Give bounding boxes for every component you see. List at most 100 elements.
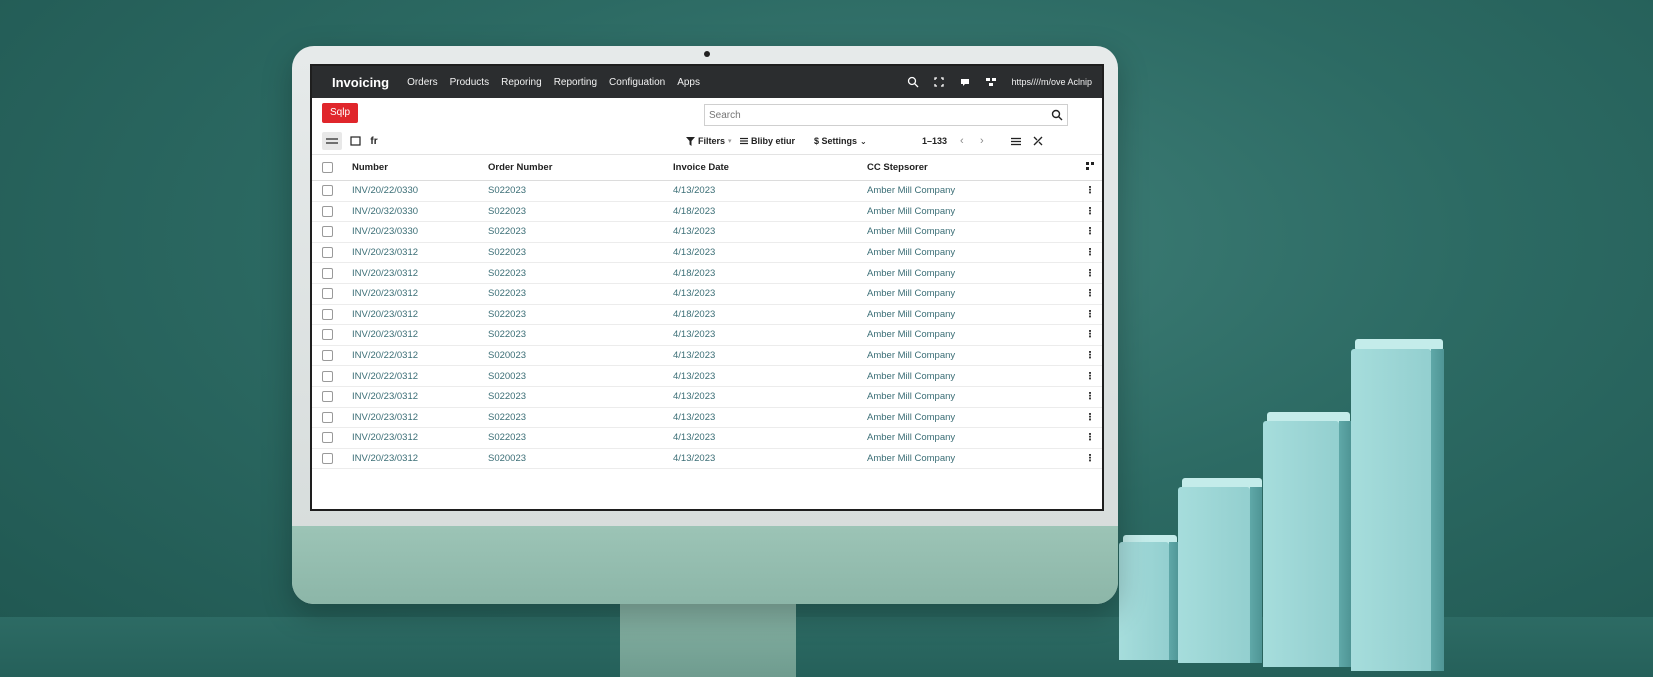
cell-number: INV/20/23/0312 — [352, 242, 488, 264]
row-menu-icon[interactable]: ⋮ — [1078, 386, 1102, 408]
view-fr-button[interactable]: fr — [364, 132, 384, 150]
nav-reporting[interactable]: Reporting — [554, 77, 597, 88]
app-brand[interactable]: Invoicing — [332, 75, 389, 90]
row-checkbox[interactable] — [322, 185, 333, 197]
table-row[interactable]: INV/20/22/0330 S022023 4/13/2023 Amber Mill… — [312, 180, 1102, 202]
column-customer[interactable]: CC Stepsorer — [867, 154, 1078, 181]
search-input[interactable] — [705, 109, 1051, 121]
column-number[interactable]: Number — [352, 154, 488, 181]
cell-number: INV/20/22/0330 — [352, 180, 488, 202]
nav-configuation[interactable]: Configuation — [609, 77, 665, 88]
row-menu-icon[interactable]: ⋮ — [1078, 427, 1102, 449]
nav-products[interactable]: Products — [450, 77, 489, 88]
row-menu-icon[interactable]: ⋮ — [1078, 407, 1102, 429]
nav-reporing[interactable]: Reporing — [501, 77, 542, 88]
row-menu-icon[interactable]: ⋮ — [1078, 242, 1102, 264]
row-menu-icon[interactable]: ⋮ — [1078, 304, 1102, 326]
filters-dropdown[interactable]: Filters ▾ — [686, 136, 732, 146]
row-select-cell — [312, 324, 352, 346]
column-settings-button[interactable] — [1078, 154, 1102, 181]
row-menu-icon[interactable]: ⋮ — [1078, 262, 1102, 284]
cell-number: INV/20/32/0330 — [352, 201, 488, 223]
table-row[interactable]: INV/20/23/0312 S022023 4/13/2023 Amber Mill… — [312, 242, 1102, 264]
row-checkbox[interactable] — [322, 205, 333, 217]
row-checkbox[interactable] — [322, 391, 333, 403]
top-navbar: Invoicing Orders Products Reporing Repor… — [312, 66, 1102, 98]
row-checkbox[interactable] — [322, 329, 333, 341]
cell-customer: Amber Mill Company — [867, 365, 1078, 387]
new-button[interactable]: Sqlp — [322, 103, 359, 123]
table-row[interactable]: INV/20/23/0312 S022023 4/13/2023 Amber Mill… — [312, 283, 1102, 305]
pager-value[interactable]: 1–133 — [922, 136, 947, 146]
camera — [704, 51, 710, 57]
table-row[interactable]: INV/20/23/0312 S020023 4/13/2023 Amber Mill… — [312, 448, 1102, 470]
row-checkbox[interactable] — [322, 411, 333, 423]
row-checkbox[interactable] — [322, 226, 333, 238]
table-row[interactable]: INV/20/23/0330 S022023 4/13/2023 Amber Mill… — [312, 221, 1102, 243]
cell-number: INV/20/23/0312 — [352, 386, 488, 408]
decor-bar-4 — [1351, 339, 1444, 671]
column-order-number[interactable]: Order Number — [488, 154, 673, 181]
list-layout-button[interactable] — [1006, 132, 1026, 150]
monitor: Invoicing Orders Products Reporing Repor… — [292, 46, 1118, 604]
nav-orders[interactable]: Orders — [407, 77, 438, 88]
row-menu-icon[interactable]: ⋮ — [1078, 221, 1102, 243]
row-select-cell — [312, 201, 352, 223]
row-checkbox[interactable] — [322, 247, 333, 259]
row-checkbox[interactable] — [322, 350, 333, 362]
row-checkbox[interactable] — [322, 370, 333, 382]
app-screen: Invoicing Orders Products Reporing Repor… — [310, 64, 1104, 511]
table-row[interactable]: INV/20/23/0312 S022023 4/13/2023 Amber Mill… — [312, 407, 1102, 429]
select-all-cell — [312, 154, 352, 181]
row-checkbox[interactable] — [322, 432, 333, 444]
column-invoice-date[interactable]: Invoice Date — [673, 154, 867, 181]
table-row[interactable]: INV/20/23/0312 S022023 4/18/2023 Amber Mill… — [312, 304, 1102, 326]
row-menu-icon[interactable]: ⋮ — [1078, 448, 1102, 470]
table-row[interactable]: INV/20/23/0312 S022023 4/13/2023 Amber Mill… — [312, 386, 1102, 408]
group-by-dropdown[interactable]: Bliby etiur — [740, 136, 795, 146]
row-menu-icon[interactable]: ⋮ — [1078, 283, 1102, 305]
cell-order-number: S020023 — [488, 448, 673, 470]
row-menu-icon[interactable]: ⋮ — [1078, 201, 1102, 223]
monitor-chin — [292, 526, 1118, 604]
settings-dropdown[interactable]: $ Settings ⌄ — [814, 136, 867, 146]
kanban-view-button[interactable] — [345, 132, 365, 150]
user-menu[interactable]: https////m/ove Aclnip — [1011, 77, 1092, 87]
row-checkbox[interactable] — [322, 288, 333, 300]
expand-icon[interactable] — [933, 76, 945, 88]
pager-prev-button[interactable]: ‹ — [960, 135, 964, 147]
table-row[interactable]: INV/20/23/0312 S022023 4/13/2023 Amber Mill… — [312, 427, 1102, 449]
row-checkbox[interactable] — [322, 308, 333, 320]
table-row[interactable]: INV/20/22/0312 S020023 4/13/2023 Amber Mill… — [312, 345, 1102, 367]
row-select-cell — [312, 242, 352, 264]
cell-number: INV/20/23/0330 — [352, 221, 488, 243]
row-menu-icon[interactable]: ⋮ — [1078, 365, 1102, 387]
nav-apps[interactable]: Apps — [677, 77, 700, 88]
row-checkbox[interactable] — [322, 453, 333, 464]
list-icon — [1011, 137, 1021, 145]
activity-icon[interactable] — [985, 76, 997, 88]
column-settings-icon — [1086, 162, 1094, 170]
select-all-checkbox[interactable] — [322, 161, 333, 173]
search-icon[interactable] — [1051, 109, 1063, 121]
invoice-table: Number Order Number Invoice Date CC Step… — [312, 154, 1102, 470]
table-row[interactable]: INV/20/32/0330 S022023 4/18/2023 Amber Mill… — [312, 201, 1102, 223]
search-icon[interactable] — [907, 76, 919, 88]
row-menu-icon[interactable]: ⋮ — [1078, 345, 1102, 367]
cell-customer: Amber Mill Company — [867, 221, 1078, 243]
table-row[interactable]: INV/20/22/0312 S020023 4/13/2023 Amber Mill… — [312, 365, 1102, 387]
row-menu-icon[interactable]: ⋮ — [1078, 324, 1102, 346]
filters-label: Filters — [698, 136, 726, 146]
cell-number: INV/20/22/0312 — [352, 365, 488, 387]
row-checkbox[interactable] — [322, 267, 333, 279]
row-select-cell — [312, 262, 352, 284]
optional-columns-button[interactable] — [1028, 132, 1048, 150]
table-row[interactable]: INV/20/23/0312 S022023 4/18/2023 Amber Mill… — [312, 262, 1102, 284]
pager-next-button[interactable]: › — [980, 135, 984, 147]
list-view-button[interactable] — [322, 132, 342, 150]
control-panel-bottom: fr Filters ▾ Bliby etiur $ Settings ⌄ 1–… — [312, 126, 1102, 154]
row-select-cell — [312, 448, 352, 470]
table-row[interactable]: INV/20/23/0312 S022023 4/13/2023 Amber Mill… — [312, 324, 1102, 346]
chat-icon[interactable] — [959, 76, 971, 88]
row-menu-icon[interactable]: ⋮ — [1078, 180, 1102, 202]
